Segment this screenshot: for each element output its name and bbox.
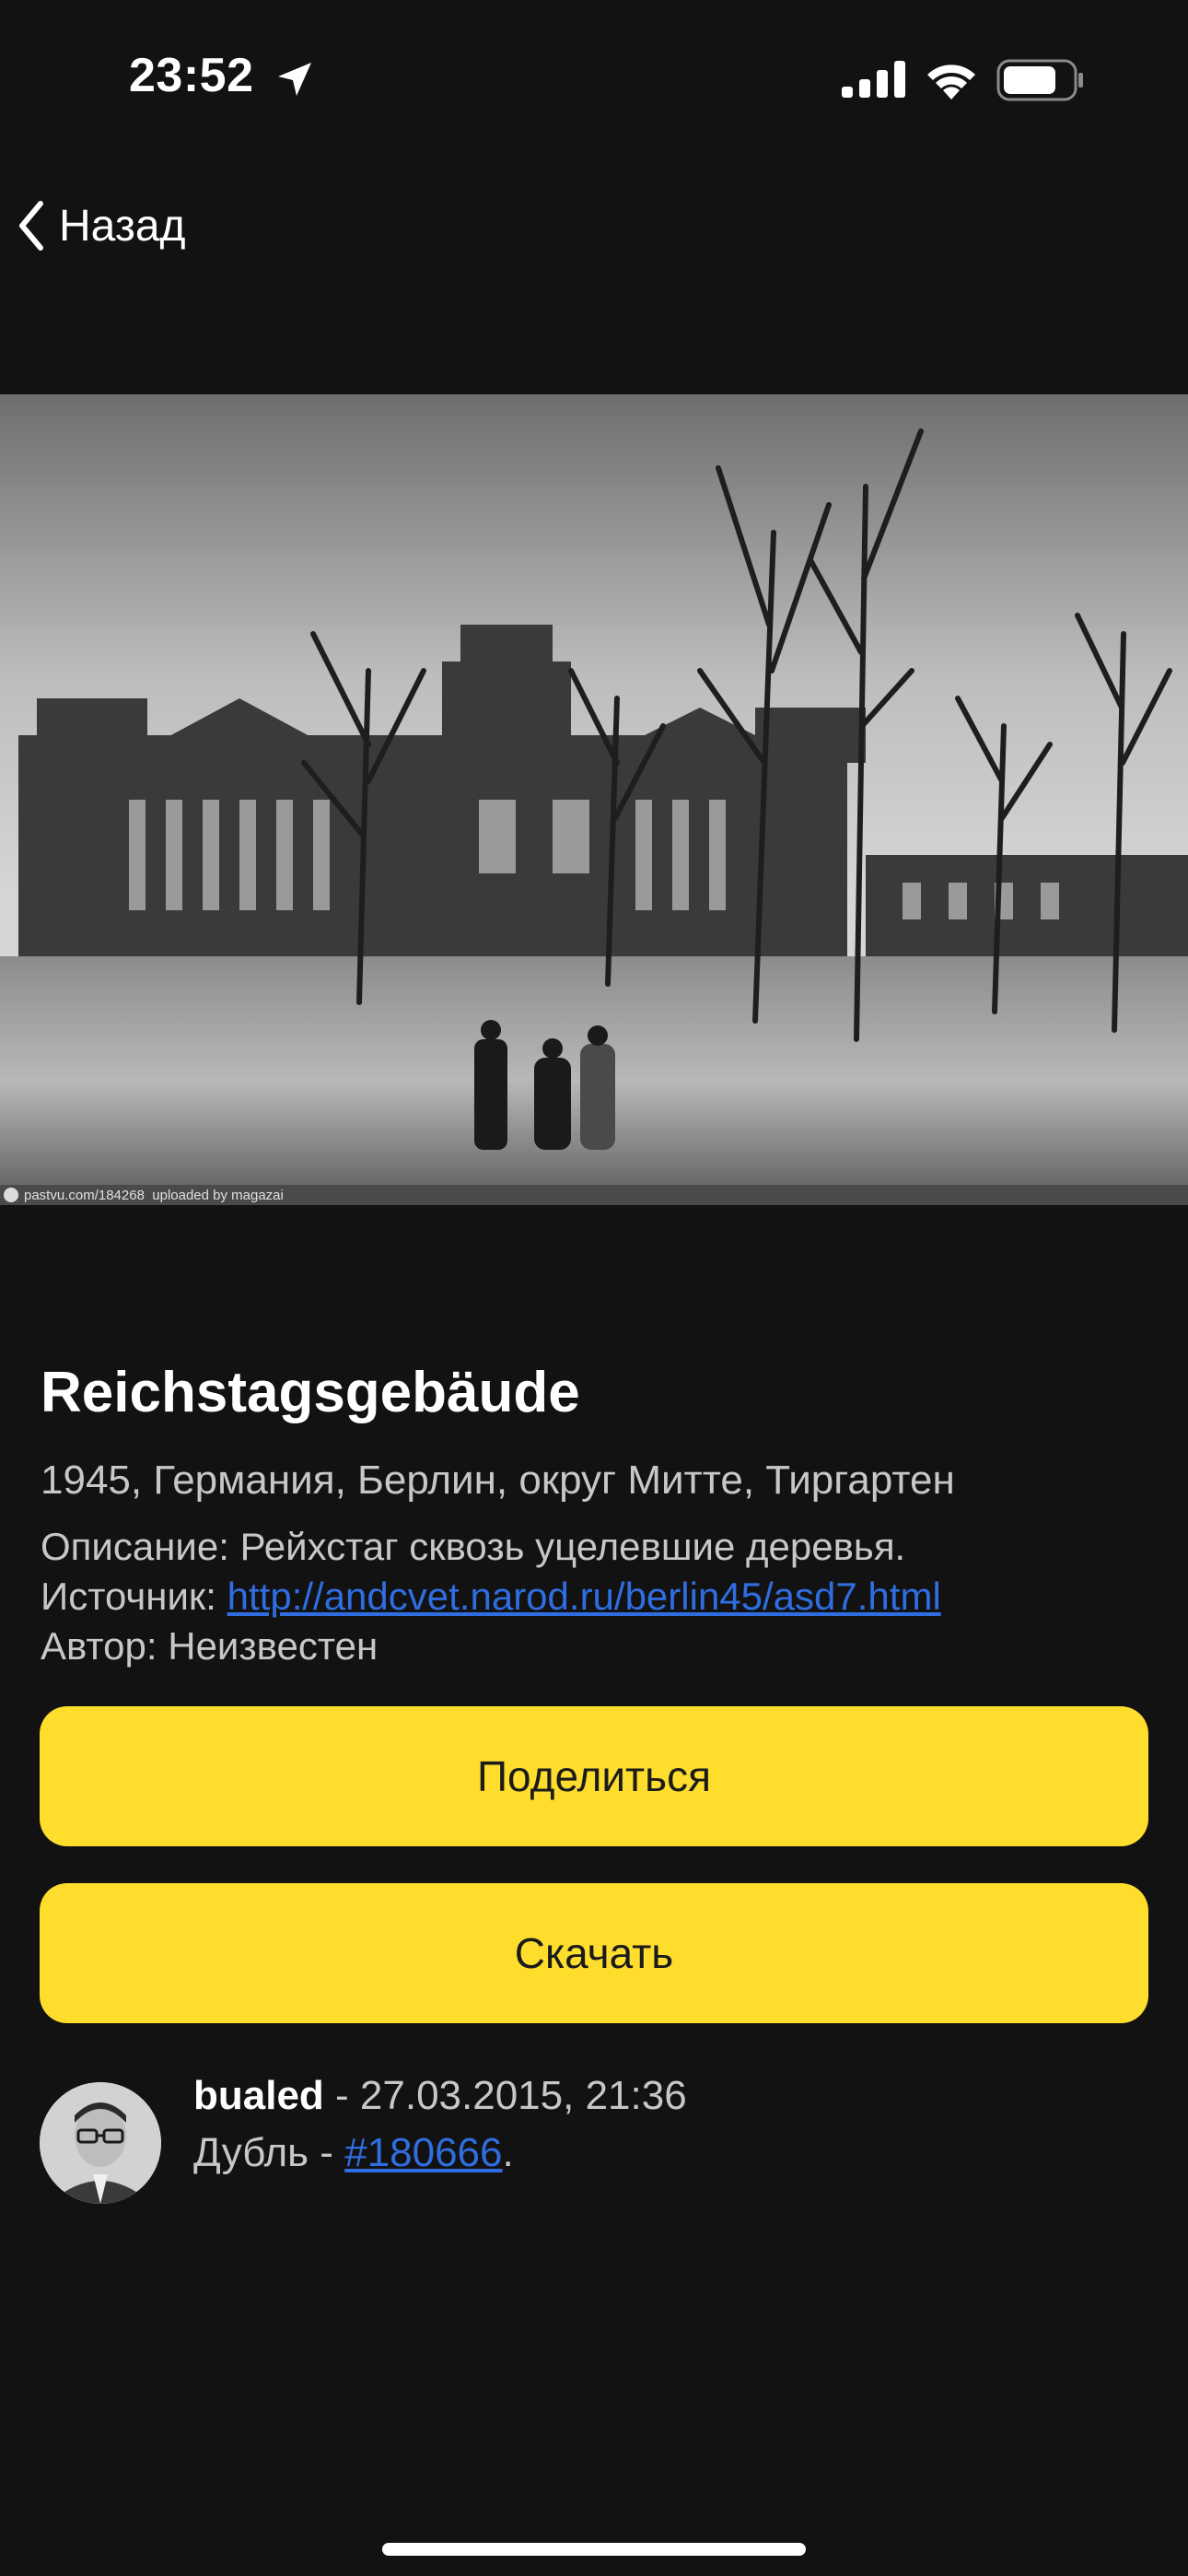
battery-icon bbox=[996, 59, 1083, 101]
avatar[interactable] bbox=[40, 2082, 161, 2204]
comment-ref-link[interactable]: #180666 bbox=[344, 2130, 502, 2175]
share-button[interactable]: Поделиться bbox=[40, 1706, 1148, 1846]
comment-timestamp: 27.03.2015, 21:36 bbox=[359, 2073, 687, 2118]
cellular-signal-icon bbox=[842, 61, 905, 98]
author-row: Автор: Неизвестен bbox=[41, 1622, 941, 1671]
source-row: Источник: http://andcvet.narod.ru/berlin… bbox=[41, 1572, 941, 1622]
back-button[interactable]: Назад bbox=[17, 189, 186, 263]
comment-body: Дубль - #180666. bbox=[193, 2130, 514, 2176]
download-button[interactable]: Скачать bbox=[40, 1883, 1148, 2023]
comment-header: bualed - 27.03.2015, 21:36 bbox=[193, 2073, 687, 2119]
photo-details: Описание: Рейхстаг сквозь уцелевшие дере… bbox=[41, 1522, 941, 1671]
photo-image bbox=[0, 394, 1188, 1205]
status-bar: 23:52 bbox=[0, 0, 1188, 157]
photo-credit-text: pastvu.com/184268 uploaded by magazai bbox=[24, 1187, 284, 1203]
photo-title: Reichstagsgebäude bbox=[41, 1361, 580, 1424]
description-label: Описание: bbox=[41, 1525, 229, 1568]
photo-meta: 1945, Германия, Берлин, округ Митте, Тир… bbox=[41, 1458, 955, 1503]
source-label: Источник: bbox=[41, 1575, 216, 1618]
status-time: 23:52 bbox=[129, 49, 254, 102]
historical-photo[interactable]: pastvu.com/184268 uploaded by magazai bbox=[0, 394, 1188, 1205]
avatar-image bbox=[40, 2082, 161, 2204]
comment-username[interactable]: bualed bbox=[193, 2073, 324, 2118]
wifi-icon bbox=[927, 64, 975, 100]
comment-separator: - bbox=[323, 2073, 360, 2118]
home-indicator[interactable] bbox=[382, 2543, 806, 2556]
photo-credit: pastvu.com/184268 uploaded by magazai bbox=[0, 1185, 1188, 1205]
comment-text-suffix: . bbox=[502, 2130, 514, 2175]
author-label: Автор: bbox=[41, 1624, 157, 1668]
author-value: Неизвестен bbox=[168, 1624, 379, 1668]
chevron-left-icon bbox=[19, 201, 43, 251]
location-arrow-icon bbox=[278, 63, 311, 96]
description-row: Описание: Рейхстаг сквозь уцелевшие дере… bbox=[41, 1522, 941, 1572]
source-link[interactable]: http://andcvet.narod.ru/berlin45/asd7.ht… bbox=[227, 1575, 941, 1618]
camera-icon bbox=[4, 1188, 18, 1202]
description-value: Рейхстаг сквозь уцелевшие деревья. bbox=[239, 1525, 906, 1568]
comment-text-prefix: Дубль - bbox=[193, 2130, 345, 2175]
back-label: Назад bbox=[59, 201, 186, 251]
